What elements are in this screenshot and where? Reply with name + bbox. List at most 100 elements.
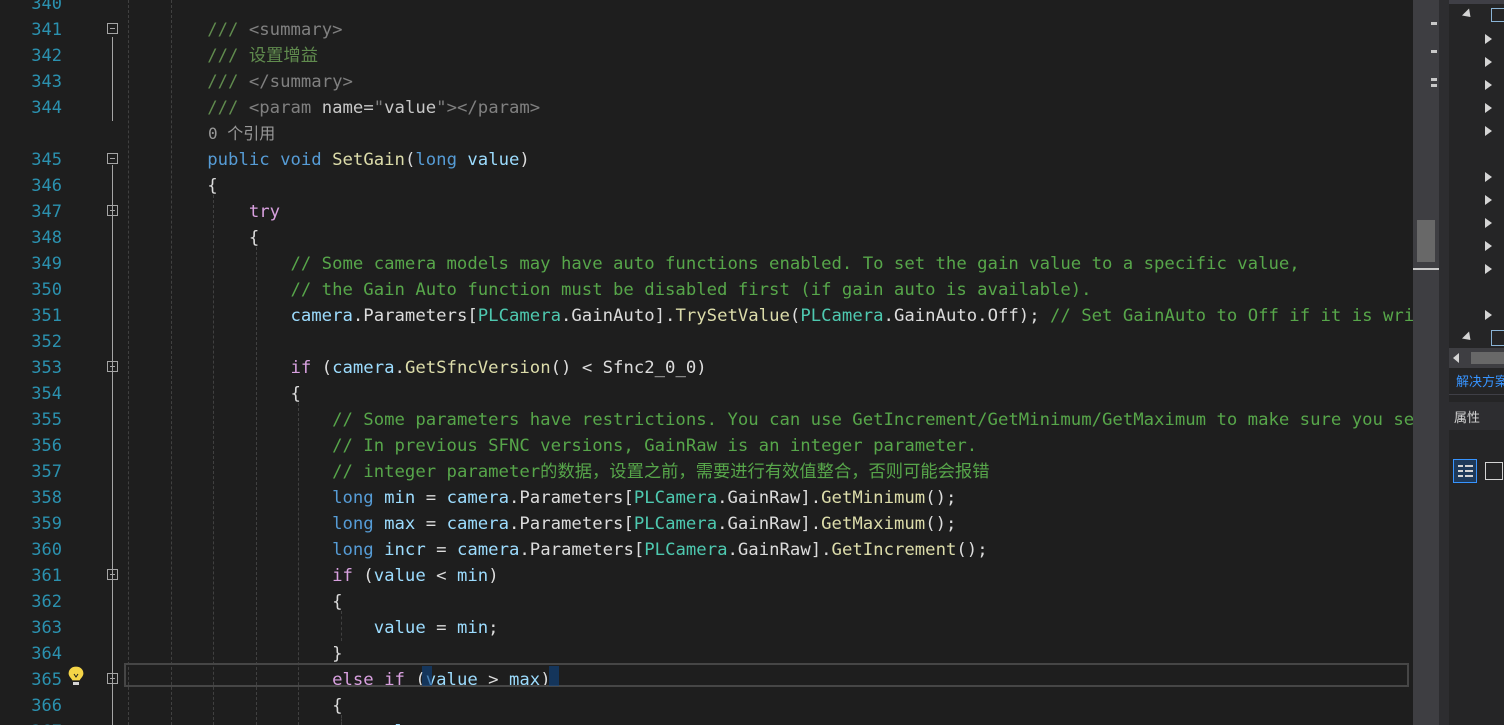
code-text[interactable]: long min = camera.Parameters[PLCamera.Ga… (124, 485, 956, 511)
properties-title: 属性 (1454, 411, 1481, 426)
code-line[interactable]: 349 // Some camera models may have auto … (0, 251, 1413, 277)
line-number: 349 (31, 254, 62, 274)
codelens-row[interactable]: 0 个引用 (0, 121, 1413, 147)
code-line[interactable]: 340 (0, 0, 1413, 17)
code-line[interactable]: 357 // integer parameter的数据，设置之前，需要进行有效值… (0, 459, 1413, 485)
line-number: 365 (31, 670, 62, 690)
code-line[interactable]: 354 { (0, 381, 1413, 407)
code-text[interactable]: // integer parameter的数据，设置之前，需要进行有效值整合，否… (124, 459, 989, 485)
properties-subheader (1449, 430, 1504, 460)
code-text[interactable]: /// <summary> (124, 17, 342, 43)
code-line[interactable]: 345 public void SetGain(long value) (0, 147, 1413, 173)
code-line[interactable]: 358 long min = camera.Parameters[PLCamer… (0, 485, 1413, 511)
line-number: 343 (31, 72, 62, 92)
line-number: 355 (31, 410, 62, 430)
code-text[interactable]: camera.Parameters[PLCamera.GainAuto].Try… (124, 303, 1413, 329)
panel-splitter[interactable] (1439, 0, 1449, 725)
expand-arrow-icon[interactable] (1485, 218, 1492, 228)
code-line[interactable]: 361 if (value < min) (0, 563, 1413, 589)
code-line[interactable]: 363 value = min; (0, 615, 1413, 641)
line-number: 353 (31, 358, 62, 378)
scroll-marker (1431, 84, 1437, 87)
code-text[interactable]: { (124, 589, 342, 615)
code-line[interactable]: 362 { (0, 589, 1413, 615)
code-line[interactable]: 348 { (0, 225, 1413, 251)
line-number: 359 (31, 514, 62, 534)
code-text[interactable]: /// </summary> (124, 69, 353, 95)
scroll-marker (1431, 50, 1437, 53)
indent-guide (213, 195, 214, 725)
code-line[interactable]: 360 long incr = camera.Parameters[PLCame… (0, 537, 1413, 563)
line-number: 342 (31, 46, 62, 66)
expand-arrow-icon[interactable] (1485, 57, 1492, 67)
code-text[interactable]: if (camera.GetSfncVersion() < Sfnc2_0_0) (124, 355, 706, 381)
code-line[interactable]: 343 /// </summary> (0, 69, 1413, 95)
code-text[interactable]: value = max; (124, 719, 499, 725)
line-number: 352 (31, 332, 62, 352)
indent-guide (171, 0, 172, 725)
code-text[interactable]: if (value < min) (124, 563, 499, 589)
line-number: 340 (31, 0, 62, 14)
scrollbar-thumb[interactable] (1417, 220, 1435, 262)
indent-guide (341, 611, 342, 641)
caret-position-marker (1413, 268, 1439, 270)
code-editor[interactable]: 340 341 /// <summary> 342 /// 设置增益 343 /// … (0, 0, 1413, 725)
code-text[interactable]: /// <param name="value"></param> (124, 95, 540, 121)
line-number: 362 (31, 592, 62, 612)
categorized-view-button[interactable] (1453, 459, 1477, 483)
code-text[interactable]: { (124, 225, 259, 251)
expand-arrow-icon[interactable] (1485, 80, 1492, 90)
line-number: 366 (31, 696, 62, 716)
collapse-icon[interactable] (107, 153, 118, 164)
code-text[interactable]: // the Gain Auto function must be disabl… (124, 277, 1091, 303)
line-number: 346 (31, 176, 62, 196)
scroll-left-icon[interactable] (1453, 353, 1459, 363)
expand-arrow-icon[interactable] (1461, 331, 1475, 344)
code-text[interactable]: long max = camera.Parameters[PLCamera.Ga… (124, 511, 956, 537)
expand-arrow-icon[interactable] (1485, 241, 1492, 251)
code-text[interactable]: { (124, 693, 342, 719)
expand-arrow-icon[interactable] (1485, 264, 1492, 274)
line-number: 354 (31, 384, 62, 404)
code-text[interactable]: // Some parameters have restrictions. Yo… (124, 407, 1413, 433)
expand-arrow-icon[interactable] (1485, 126, 1492, 136)
code-line[interactable]: 355 // Some parameters have restrictions… (0, 407, 1413, 433)
scrollbar-thumb[interactable] (1471, 352, 1504, 364)
vertical-scrollbar[interactable] (1413, 0, 1439, 725)
code-line[interactable]: 341 /// <summary> (0, 17, 1413, 43)
expand-arrow-icon[interactable] (1485, 172, 1492, 182)
code-line[interactable]: 353 if (camera.GetSfncVersion() < Sfnc2_… (0, 355, 1413, 381)
expand-arrow-icon[interactable] (1485, 34, 1492, 44)
code-text[interactable]: /// 设置增益 (124, 43, 318, 69)
alphabetical-view-button[interactable] (1485, 462, 1503, 480)
line-number: 364 (31, 644, 62, 664)
code-line[interactable]: 366 { (0, 693, 1413, 719)
reference-count-lens[interactable]: 0 个引用 (208, 121, 275, 147)
horizontal-scrollbar[interactable] (1449, 348, 1504, 368)
code-text[interactable]: // In previous SFNC versions, GainRaw is… (124, 433, 977, 459)
code-text[interactable]: long incr = camera.Parameters[PLCamera.G… (124, 537, 988, 563)
expand-arrow-icon[interactable] (1485, 103, 1492, 113)
code-line[interactable]: 344 /// <param name="value"></param> (0, 95, 1413, 121)
code-line[interactable]: 367 value = max; (0, 719, 1413, 725)
code-line[interactable]: 347 try (0, 199, 1413, 225)
expand-arrow-icon[interactable] (1485, 195, 1492, 205)
current-line-highlight (124, 663, 1409, 687)
collapse-icon[interactable] (107, 23, 118, 34)
code-text[interactable]: value = min; (124, 615, 499, 641)
code-text[interactable]: // Some camera models may have auto func… (124, 251, 1299, 277)
code-line[interactable]: 342 /// 设置增益 (0, 43, 1413, 69)
code-line[interactable]: 351 camera.Parameters[PLCamera.GainAuto]… (0, 303, 1413, 329)
expand-arrow-icon[interactable] (1485, 310, 1492, 320)
code-line[interactable]: 352 (0, 329, 1413, 355)
panel-header (1449, 0, 1504, 4)
code-text[interactable]: try (124, 199, 280, 225)
code-line[interactable]: 359 long max = camera.Parameters[PLCamer… (0, 511, 1413, 537)
expand-arrow-icon[interactable] (1461, 8, 1475, 21)
lightbulb-icon[interactable] (66, 664, 86, 688)
code-text[interactable]: public void SetGain(long value) (124, 147, 530, 173)
code-line[interactable]: 350 // the Gain Auto function must be di… (0, 277, 1413, 303)
code-line[interactable]: 346 { (0, 173, 1413, 199)
solution-explorer-tab[interactable]: 解决方案资源管理器 (1456, 371, 1504, 390)
code-line[interactable]: 356 // In previous SFNC versions, GainRa… (0, 433, 1413, 459)
